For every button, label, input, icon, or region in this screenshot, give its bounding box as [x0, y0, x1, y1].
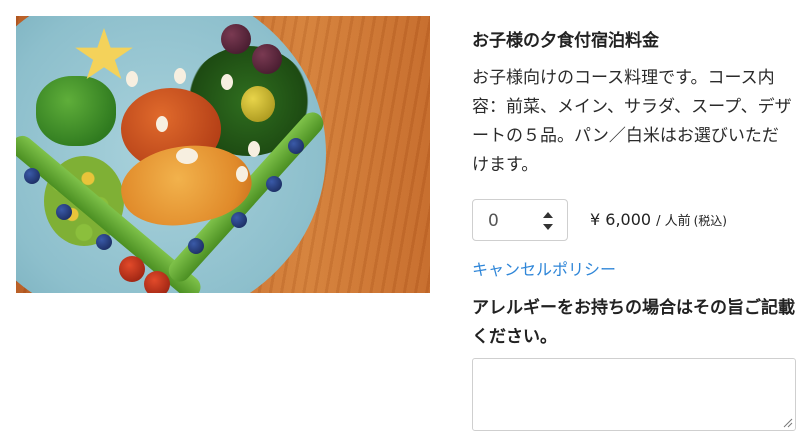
price-amount: ¥ 6,000 [590, 210, 652, 229]
price-tax: (税込) [693, 214, 727, 228]
food-photo [16, 16, 430, 293]
cancel-policy-link[interactable]: キャンセルポリシー [472, 256, 616, 280]
arrow-up-icon[interactable] [543, 212, 553, 218]
price: ¥ 6,000 / 人前 (税込) [590, 210, 727, 229]
product-description: お子様向けのコース料理です。コース内容：前菜、メイン、サラダ、スープ、デザートの… [472, 68, 792, 175]
product-title: お子様の夕食付宿泊料金 [472, 31, 659, 51]
price-unit: / 人前 [656, 214, 691, 229]
stepper-arrows-icon[interactable] [543, 212, 553, 230]
quantity-value: 0 [488, 211, 499, 231]
quantity-stepper[interactable]: 0 [472, 199, 568, 241]
allergy-label: アレルギーをお持ちの場合はその旨ご記載ください。 [472, 298, 795, 347]
allergy-textarea[interactable] [472, 358, 796, 431]
arrow-down-icon[interactable] [543, 224, 553, 230]
resize-handle-icon[interactable] [781, 416, 793, 428]
